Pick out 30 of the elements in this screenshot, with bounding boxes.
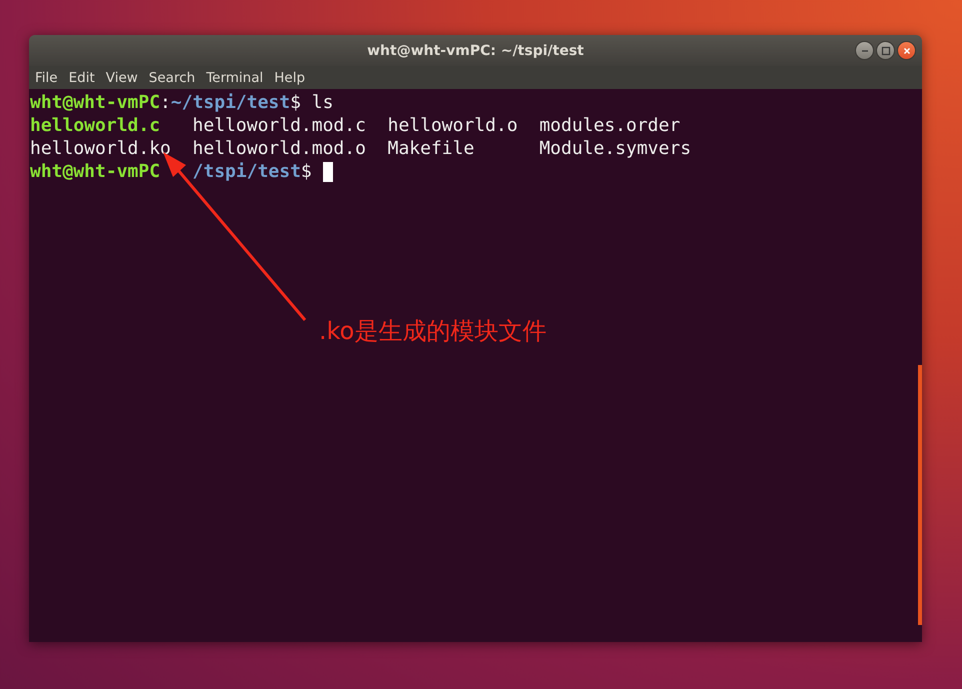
file-name: helloworld.c [30, 115, 160, 136]
file-name: modules.order [539, 115, 680, 136]
file-name: helloworld.mod.c [192, 115, 366, 136]
prompt-user: wht@wht-vmPC [30, 91, 160, 114]
prompt-path: ~/tspi/test [170, 91, 290, 114]
command-text: ls [312, 91, 334, 114]
prompt-symbol: $ [300, 160, 312, 183]
file-name: Makefile [388, 138, 474, 159]
close-button[interactable] [897, 41, 916, 60]
file-name: helloworld.ko [30, 138, 171, 159]
menu-item[interactable]: View [106, 70, 138, 86]
menu-item[interactable]: Terminal [206, 70, 264, 86]
maximize-button[interactable] [876, 41, 895, 60]
menu-item[interactable]: File [35, 70, 58, 86]
minimize-button[interactable] [855, 41, 874, 60]
prompt-separator: : [160, 91, 171, 114]
prompt-symbol: $ [290, 91, 301, 114]
close-icon [902, 46, 912, 56]
menu-item[interactable]: Search [148, 70, 196, 86]
prompt-path: /tspi/test [192, 160, 301, 183]
menu-item[interactable]: Help [274, 70, 306, 86]
scrollbar[interactable] [918, 365, 922, 625]
file-name: Module.symvers [539, 138, 692, 159]
prompt-user: wht@wht-vmPC [30, 160, 160, 183]
file-name: helloworld.o [388, 115, 518, 136]
maximize-icon [880, 46, 890, 56]
window-title: wht@wht-vmPC: ~/tspi/test [367, 42, 584, 58]
menu-item[interactable]: Edit [68, 70, 95, 86]
file-name: helloworld.mod.o [192, 138, 366, 159]
annotation-text: .ko是生成的模块文件 [319, 316, 546, 347]
